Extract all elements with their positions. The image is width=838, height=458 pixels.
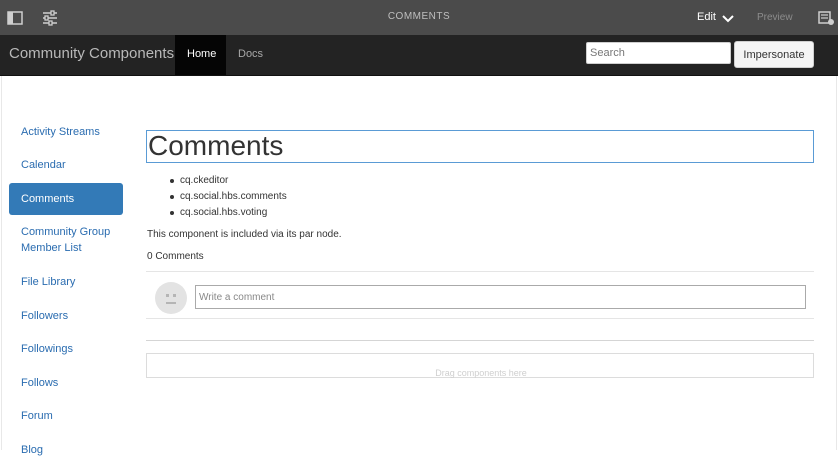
site-brand[interactable]: Community Components [9,45,174,62]
nav-tab-home[interactable]: Home [175,35,226,75]
page-frame-right [836,76,837,450]
impersonate-button[interactable]: Impersonate [734,41,814,68]
drop-zone-label: Drag components here [435,368,527,378]
list-item: cq.social.hbs.comments [170,189,287,205]
component-note: This component is included via its par n… [147,229,342,240]
sidebar-item-blog[interactable]: Blog [9,442,123,458]
list-item: cq.ckeditor [170,173,287,189]
page-title[interactable]: Comments [146,130,814,163]
drop-zone[interactable]: Drag components here [146,353,814,378]
search-input[interactable] [586,42,731,64]
sidebar-item-follows[interactable]: Follows [9,375,123,391]
sidebar-item-file-library[interactable]: File Library [9,274,123,290]
avatar [155,282,187,314]
divider [146,340,814,341]
page-frame-left [1,76,2,450]
sidebar-item-comments[interactable]: Comments [9,183,123,215]
client-library-list: cq.ckeditor cq.social.hbs.comments cq.so… [170,173,287,221]
neutral-face-icon [166,294,176,304]
sidebar-item-calendar[interactable]: Calendar [9,157,123,173]
divider [146,271,814,272]
sidebar-item-followers[interactable]: Followers [9,308,123,324]
sidebar-item-followings[interactable]: Followings [9,341,123,357]
sidebar-item-activity-streams[interactable]: Activity Streams [9,124,123,140]
edit-mode-button[interactable]: Edit [697,11,716,23]
divider [146,318,814,319]
sidebar-item-forum[interactable]: Forum [9,408,123,424]
chevron-down-icon[interactable] [722,11,734,29]
sidebar-item-community-group-member-list[interactable]: Community Group Member List [9,224,123,256]
comment-count: 0 Comments [147,251,204,262]
list-item: cq.social.hbs.voting [170,205,287,221]
comment-input[interactable] [195,285,806,309]
annotations-icon[interactable] [817,9,835,27]
site-navbar: Community Components Home Docs Impersona… [0,35,838,76]
nav-tab-docs[interactable]: Docs [226,35,275,75]
editor-toolbar: COMMENTS Edit Preview [0,0,838,35]
preview-mode-button[interactable]: Preview [757,12,793,23]
